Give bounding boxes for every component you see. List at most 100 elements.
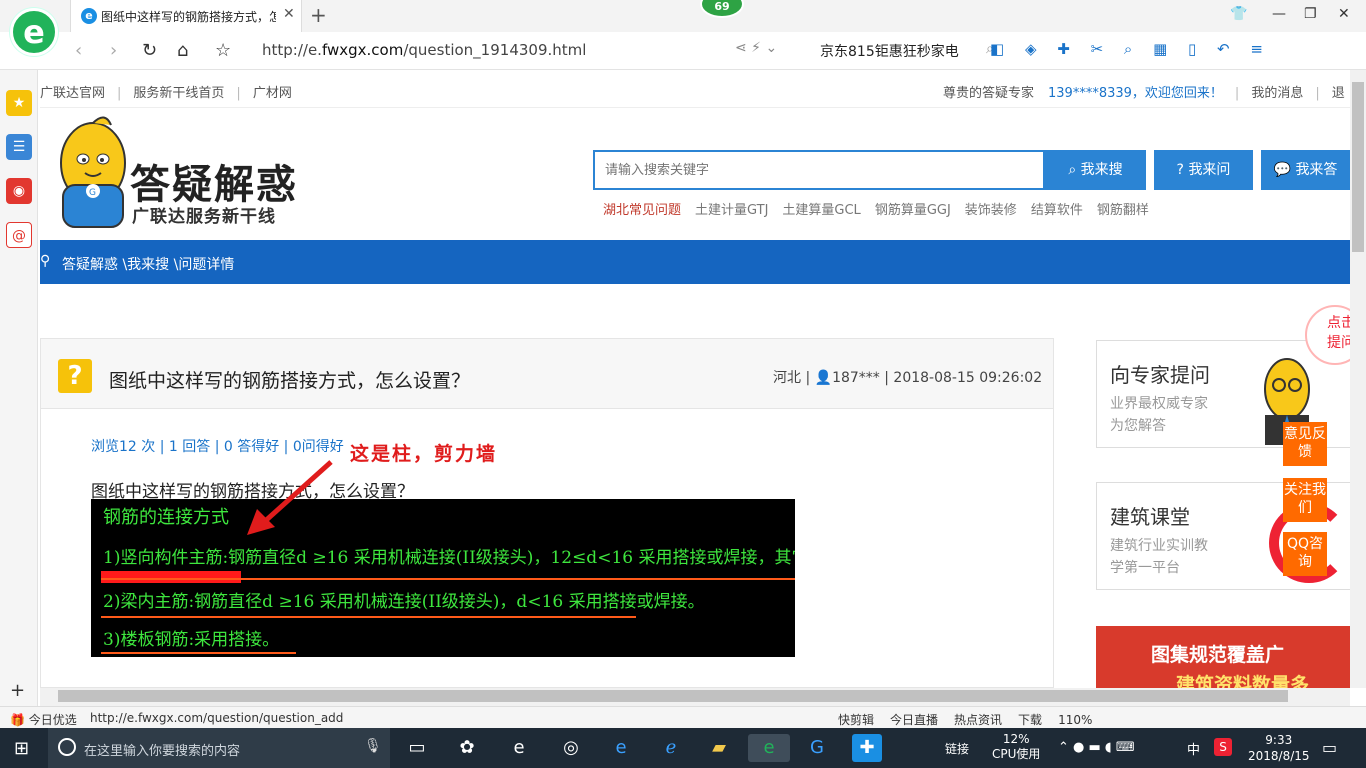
hot-link[interactable]: 钢筋翻样 (1097, 203, 1149, 218)
hot-link[interactable]: 土建算量GCL (782, 203, 860, 218)
red-underline (101, 578, 795, 580)
question-header: ? 图纸中这样写的钢筋搭接方式，怎么设置？ 河北 | 👤187*** | 201… (41, 339, 1053, 409)
home-icon[interactable]: ⌂ (177, 40, 188, 61)
hot-links: 湖北常见问题 土建计量GTJ 土建算量GCL 钢筋算量GGJ 装饰装修 结算软件 钢筋翻样 (603, 199, 1163, 218)
link-material[interactable]: 广材网 (253, 86, 292, 101)
task-view-icon[interactable]: ▭ (402, 734, 432, 762)
breadcrumb-bar: ⚲ 答疑解惑 \我来搜 \问题详情 (40, 240, 1350, 284)
expert-sub: 为您解答 (1110, 418, 1166, 434)
folder-app-icon[interactable]: ▰ (704, 734, 734, 762)
plus-app-icon[interactable]: ✚ (852, 734, 882, 762)
answer-button[interactable]: 💬 我来答 (1261, 150, 1350, 190)
browser2-app-icon[interactable]: ◎ (556, 734, 586, 762)
shirt-icon[interactable]: 👕 (1230, 6, 1247, 22)
notification-icon[interactable]: ▭ (1322, 738, 1337, 757)
sidebar-add-button[interactable]: + (10, 680, 25, 701)
vertical-scroll-thumb[interactable] (1352, 82, 1364, 252)
favorite-star-icon[interactable]: ☆ (215, 40, 231, 61)
back-icon[interactable]: ‹ (75, 40, 82, 61)
link-toolbar[interactable]: 链接 (945, 740, 969, 757)
download-link[interactable]: 下载 (1018, 713, 1042, 727)
horizontal-scroll-thumb[interactable] (58, 690, 1288, 702)
microphone-icon[interactable]: 🎙 (364, 738, 382, 754)
my-messages-link[interactable]: 我的消息 (1251, 86, 1303, 101)
feedback-button[interactable]: 意见反馈 (1283, 422, 1327, 466)
promo-line: 建筑资料数量多 (1176, 674, 1310, 688)
active-browser-app-icon[interactable]: e (748, 734, 790, 762)
windows-start-icon[interactable]: ⊞ (14, 738, 29, 759)
cpu-percent: 12% (1002, 732, 1030, 746)
video-edit-link[interactable]: 快剪辑 (838, 713, 874, 727)
link-glodon[interactable]: 广联达官网 (40, 86, 105, 101)
mail-icon[interactable]: @ (6, 222, 32, 248)
url-field[interactable]: http://e.fwxgx.com/question_1914309.html (262, 41, 586, 59)
refresh-icon[interactable]: ↻ (142, 40, 157, 61)
clock[interactable]: 9:33 2018/8/15 (1248, 732, 1310, 764)
divider: | (1234, 86, 1240, 101)
minimize-icon[interactable]: — (1272, 6, 1286, 22)
red-underline (101, 616, 636, 618)
annotation-text: 这是柱，剪力墙 (350, 443, 498, 465)
search-button-label: 我来搜 (1080, 162, 1123, 178)
edge-app-icon[interactable]: e (606, 734, 636, 762)
restore-icon[interactable]: ❐ (1304, 6, 1317, 22)
browser-logo-icon[interactable]: e (10, 8, 58, 56)
site-search (593, 150, 1045, 190)
user-welcome[interactable]: 139****8339，欢迎您回来！ (1048, 86, 1223, 101)
browser-sidebar: ★ ☰ ◉ @ + (0, 70, 38, 706)
promo-banner[interactable]: 图集规范覆盖广 建筑资料数量多 (1096, 626, 1351, 688)
cpu-usage[interactable]: 12% CPU使用 (992, 732, 1040, 762)
pinwheel-app-icon[interactable]: ✿ (452, 734, 482, 762)
share-icon[interactable]: ⋖ ⚡ ⌄ (735, 40, 777, 56)
today-picks[interactable]: 今日优选 (29, 713, 77, 727)
forward-icon[interactable]: › (110, 40, 117, 61)
divider: | (1315, 86, 1320, 101)
cad-line: 2)梁内主筋:钢筋直径d ≥16 采用机械连接(II级接头)，d<16 采用搭接… (103, 592, 705, 612)
logout-link[interactable]: 退 (1332, 86, 1345, 101)
qq-button[interactable]: QQ咨询 (1283, 532, 1327, 576)
toolbar-extension-icons[interactable]: ◧ ◈ ✚ ✂ ⌕ ▦ ▯ ↶ ≡ (990, 40, 1271, 58)
hot-link[interactable]: 结算软件 (1031, 203, 1083, 218)
search-input[interactable] (595, 152, 1043, 188)
breadcrumb[interactable]: 答疑解惑 \我来搜 \问题详情 (62, 254, 234, 274)
g-app-icon[interactable]: G (802, 734, 832, 762)
hot-link[interactable]: 装饰装修 (965, 203, 1017, 218)
ask-button[interactable]: ? 我来问 (1154, 150, 1253, 190)
search-icon: ⌕ (1068, 162, 1081, 178)
hot-link[interactable]: 土建计量GTJ (695, 203, 768, 218)
sogou-icon[interactable]: S (1214, 738, 1232, 756)
tab-close-icon[interactable]: ✕ (283, 6, 295, 22)
star-icon[interactable]: ★ (6, 90, 32, 116)
cad-line: 钢筋的连接方式 (103, 507, 229, 528)
follow-button[interactable]: 关注我们 (1283, 478, 1327, 522)
course-title: 建筑课堂 (1110, 505, 1190, 529)
ie-app-icon[interactable]: e (504, 734, 534, 762)
user-icon: 👤 (814, 370, 833, 386)
search-suggest[interactable]: 京东815钜惠狂秒家电 (820, 41, 959, 61)
taskbar-search[interactable]: 在这里输入你要搜索的内容 🎙 (48, 728, 390, 768)
hot-link[interactable]: 钢筋算量GGJ (875, 203, 951, 218)
url-scheme: http://e. (262, 41, 322, 59)
live-link[interactable]: 今日直播 (890, 713, 938, 727)
weibo-icon[interactable]: ◉ (6, 178, 32, 204)
search-button[interactable]: ⌕ 我来搜 (1045, 150, 1146, 190)
ime-indicator[interactable]: 中 (1187, 739, 1200, 758)
ie-blue-app-icon[interactable]: ℯ (656, 734, 686, 762)
news-link[interactable]: 热点资讯 (954, 713, 1002, 727)
expert-title: 向专家提问 (1110, 363, 1210, 387)
windows-taskbar: ⊞ 在这里输入你要搜索的内容 🎙 ▭ ✿ e ◎ e ℯ ▰ e G ✚ 链接 … (0, 728, 1366, 768)
tray-icons[interactable]: ⌃ ● ▬ ◖ ⌨ (1058, 740, 1135, 755)
new-tab-button[interactable]: + (310, 3, 327, 27)
browser-tab[interactable]: e 图纸中这样写的钢筋搭接方式，怎么设置？ ✕ (70, 0, 302, 32)
cad-drawing-image[interactable]: 钢筋的连接方式 1)竖向构件主筋:钢筋直径d ≥16 采用机械连接(II级接头)… (91, 499, 795, 657)
list-icon[interactable]: ☰ (6, 134, 32, 160)
question-user[interactable]: 187*** (832, 370, 880, 386)
divider: | (117, 86, 122, 101)
hot-link[interactable]: 湖北常见问题 (603, 203, 681, 218)
zoom-level[interactable]: 110% (1058, 713, 1092, 727)
close-icon[interactable]: ✕ (1338, 6, 1350, 22)
gift-icon: 🎁 (10, 713, 25, 727)
question-stats: 浏览12 次 | 1 回答 | 0 答得好 | 0问得好 (91, 439, 344, 455)
link-home[interactable]: 服务新干线首页 (133, 86, 224, 101)
clock-date: 2018/8/15 (1248, 749, 1310, 763)
